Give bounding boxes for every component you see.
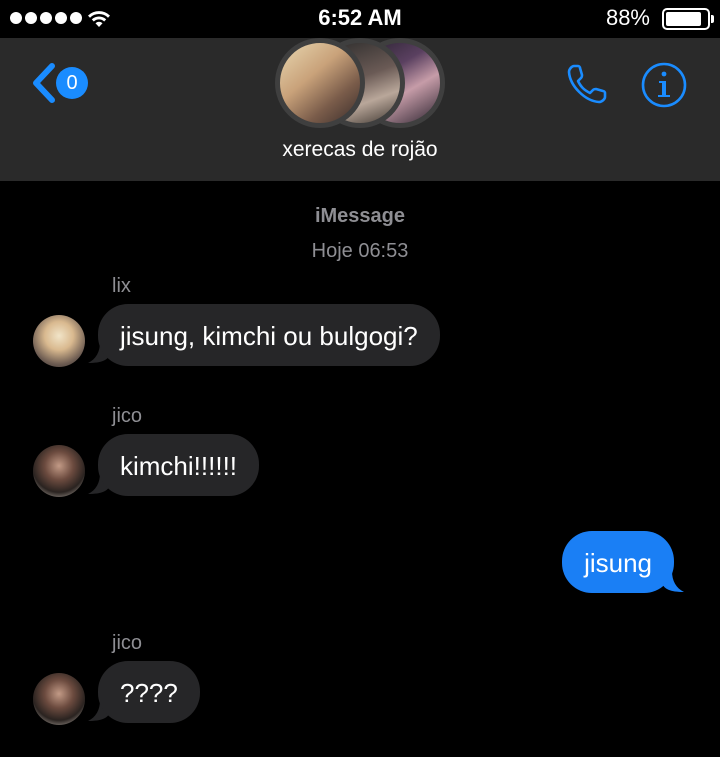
group-name[interactable]: xerecas de rojão (0, 138, 720, 162)
sender-name: jico (112, 632, 143, 654)
phone-icon[interactable] (565, 62, 609, 106)
avatar[interactable] (33, 315, 85, 367)
service-label: iMessage (314, 205, 406, 227)
back-chevron-icon (33, 63, 55, 103)
battery-percent: 88% (605, 5, 650, 30)
message-bubble[interactable]: jisung, kimchi ou bulgogi? (98, 304, 440, 366)
conversation-header: 0 xerecas de rojão (0, 38, 720, 181)
back-button[interactable]: 0 (28, 60, 92, 106)
status-bar: 6:52 AM 88% (0, 0, 720, 38)
message-bubble[interactable]: jisung (562, 531, 674, 593)
conversation-timestamp: Hoje 06:53 (311, 240, 409, 262)
avatar[interactable] (33, 673, 85, 725)
battery-icon (662, 8, 714, 30)
message-bubble[interactable]: ???? (98, 661, 200, 723)
info-icon[interactable] (640, 61, 688, 109)
avatar (275, 38, 365, 128)
avatar[interactable] (33, 445, 85, 497)
sender-name: lix (112, 275, 131, 297)
message-bubble[interactable]: kimchi!!!!!! (98, 434, 260, 496)
unread-badge: 0 (56, 67, 88, 99)
group-avatars[interactable] (275, 38, 445, 130)
sender-name: jico (112, 405, 143, 427)
